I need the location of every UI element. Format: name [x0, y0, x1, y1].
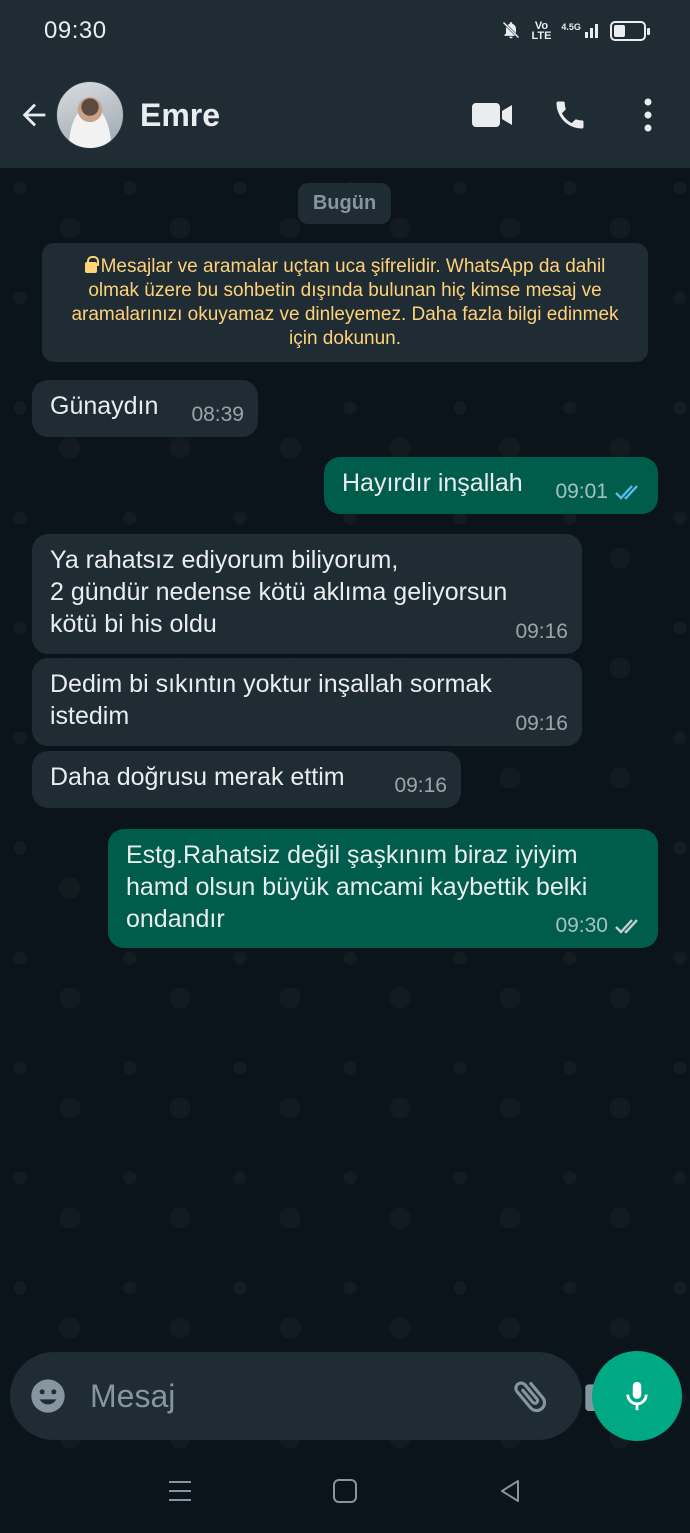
status-icons: Vo LTE 4.5G — [501, 20, 650, 43]
network-type-label: 4.5G — [561, 21, 581, 32]
message-incoming[interactable]: Dedim bi sıkıntın yoktur inşallah sormak… — [32, 658, 582, 746]
chat-area[interactable]: Bugün Mesajlar ve aramalar uçtan uca şif… — [0, 168, 690, 1458]
date-chip: Bugün — [298, 183, 391, 224]
status-time: 09:30 — [44, 17, 107, 44]
message-time: 09:16 — [515, 712, 568, 735]
encryption-notice-text: Mesajlar ve aramalar uçtan uca şifrelidi… — [71, 256, 619, 349]
message-outgoing[interactable]: Hayırdır inşallah 09:01 — [324, 457, 658, 514]
message-incoming[interactable]: Ya rahatsız ediyorum biliyorum, 2 gündür… — [32, 534, 582, 654]
message-meta: 09:16 — [515, 616, 568, 648]
avatar[interactable] — [56, 81, 124, 149]
lock-icon — [84, 256, 99, 273]
signal-indicator: 4.5G — [561, 22, 600, 41]
mic-icon — [626, 1381, 648, 1411]
more-options-icon — [644, 98, 652, 132]
message-meta: 08:39 — [191, 399, 244, 431]
attach-icon — [514, 1381, 547, 1413]
message-text: Daha doğrusu merak ettim — [50, 763, 345, 791]
message-time: 09:16 — [515, 620, 568, 643]
voice-message-button[interactable] — [592, 1351, 682, 1441]
message-composer — [10, 1352, 619, 1440]
message-input[interactable] — [90, 1377, 510, 1415]
emoji-icon — [31, 1379, 65, 1413]
voice-call-button[interactable] — [540, 85, 600, 145]
volte-indicator: Vo LTE — [531, 20, 552, 42]
message-time: 08:39 — [191, 403, 244, 426]
attach-button[interactable] — [510, 1371, 552, 1421]
message-incoming[interactable]: Günaydın 08:39 — [32, 380, 258, 437]
emoji-button[interactable] — [28, 1374, 68, 1418]
message-text: Dedim bi sıkıntın yoktur inşallah sormak… — [50, 670, 492, 730]
system-nav-bar — [0, 1458, 690, 1533]
video-call-icon — [472, 103, 512, 127]
message-meta: 09:16 — [394, 770, 447, 802]
contact-name[interactable]: Emre — [140, 97, 462, 134]
phone-icon — [556, 101, 584, 129]
home-icon — [333, 1479, 357, 1503]
recents-icon — [169, 1481, 191, 1501]
home-button[interactable] — [315, 1461, 375, 1521]
chat-header: Emre — [0, 62, 690, 168]
delivered-receipt-icon — [615, 919, 638, 934]
message-incoming[interactable]: Daha doğrusu merak ettim 09:16 — [32, 751, 461, 808]
read-receipt-icon — [615, 485, 638, 500]
back-arrow-icon — [22, 103, 46, 127]
message-text: Ya rahatsız ediyorum biliyorum, 2 gündür… — [50, 546, 508, 638]
status-bar: 09:30 Vo LTE 4.5G — [0, 0, 690, 62]
message-time: 09:16 — [394, 774, 447, 797]
more-options-button[interactable] — [618, 85, 678, 145]
battery-icon — [610, 21, 650, 41]
message-meta: 09:01 — [555, 476, 644, 508]
back-nav-button[interactable] — [480, 1461, 540, 1521]
mute-notifications-icon — [501, 20, 521, 43]
signal-bars-icon — [585, 23, 598, 38]
message-outgoing[interactable]: Estg.Rahatsiz değil şaşkınım biraz iyiyi… — [108, 829, 658, 948]
encryption-notice[interactable]: Mesajlar ve aramalar uçtan uca şifrelidi… — [42, 243, 648, 362]
recents-button[interactable] — [150, 1461, 210, 1521]
message-meta: 09:16 — [515, 708, 568, 740]
message-time: 09:01 — [555, 480, 608, 503]
video-call-button[interactable] — [462, 85, 522, 145]
back-button[interactable] — [14, 95, 54, 135]
message-meta: 09:30 — [555, 910, 644, 942]
message-time: 09:30 — [555, 914, 608, 937]
back-triangle-icon — [501, 1480, 519, 1502]
